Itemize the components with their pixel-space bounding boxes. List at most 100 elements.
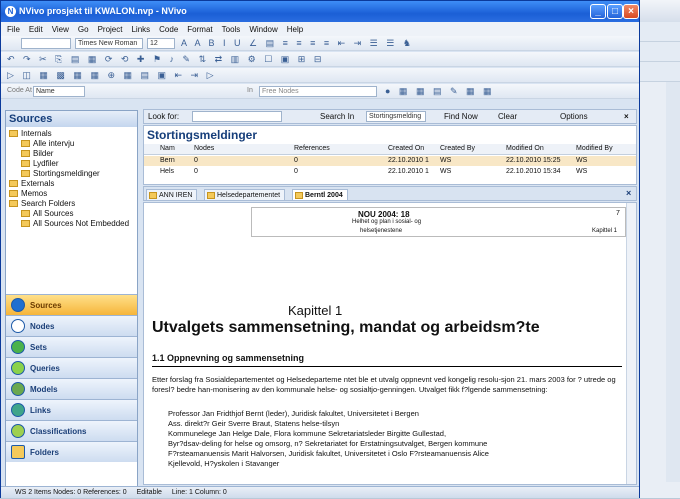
tree-item[interactable]: All Sources: [9, 209, 129, 219]
tree-item[interactable]: Stortingsmeldinger: [9, 169, 129, 179]
nav-sources[interactable]: Sources: [6, 294, 137, 315]
models-icon: [11, 382, 25, 396]
close-button[interactable]: ×: [623, 4, 639, 19]
cell-created-by: WS: [440, 168, 452, 175]
header-page-number: 7: [616, 210, 620, 217]
navigation-pane: Sources Internals Alle intervju Bilder Lydf…: [5, 110, 138, 490]
style-combo[interactable]: [21, 38, 71, 49]
tree-item-label: Stortingsmeldinger: [33, 169, 100, 178]
tab-helsedepartementet[interactable]: Helsedepartementet: [204, 189, 286, 201]
close-find-icon[interactable]: ×: [624, 112, 629, 121]
menu-links[interactable]: Links: [131, 25, 150, 34]
cell-nodes: 0: [194, 157, 198, 164]
tree-item-label: Externals: [21, 179, 55, 188]
nav-classifications[interactable]: Classifications: [6, 420, 137, 441]
code-in-combo[interactable]: Free Nodes: [259, 86, 377, 97]
nav-folders-label: Folders: [30, 448, 59, 457]
source-icon: [149, 192, 157, 199]
clear-button[interactable]: Clear: [498, 112, 517, 121]
nav-nodes[interactable]: Nodes: [6, 315, 137, 336]
code-at-label: Code At: [7, 87, 32, 94]
document-scrollbar[interactable]: [626, 203, 636, 484]
menu-window[interactable]: Window: [249, 25, 277, 34]
source-icon: [207, 192, 215, 199]
cell-name: Hels: [160, 168, 175, 175]
header-title: NOU 2004: 18: [358, 210, 410, 219]
minimize-button[interactable]: _: [590, 4, 606, 19]
format-icons[interactable]: A A B I U ∠ ▤ ≡ ≡ ≡ ≡ ⇤ ⇥ ☰ ☰ ♞: [181, 38, 414, 49]
code-at-combo[interactable]: Name: [33, 86, 85, 97]
col-modified-by[interactable]: Modified By: [576, 145, 613, 152]
cell-created-on: 22.10.2010 1: [388, 168, 429, 175]
member-line: Kommunelege Jan Helge Dale, Flora kommun…: [168, 429, 447, 438]
view-toolbar-icons[interactable]: ▷ ◫ ▦ ▩ ▦ ▦ ⊕ ▦ ▤ ▣ ⇤ ⇥ ▷: [7, 70, 217, 81]
look-for-input[interactable]: [192, 111, 282, 122]
nav-nodes-label: Nodes: [30, 322, 55, 331]
code-icons[interactable]: ● ▦ ▦ ▤ ✎ ▦ ▦: [385, 86, 495, 97]
tab-berntl-2004[interactable]: Berntl 2004: [292, 189, 348, 201]
body-paragraph: Etter forslag fra Sosialdepartementet og…: [152, 375, 616, 394]
tree-item-label: All Sources: [33, 209, 74, 218]
nav-sources-label: Sources: [30, 301, 62, 310]
tree-item-label: Alle intervju: [33, 139, 75, 148]
nav-models[interactable]: Models: [6, 378, 137, 399]
nav-queries-label: Queries: [30, 364, 60, 373]
search-in-combo[interactable]: Stortingsmelding: [366, 111, 426, 122]
col-modified-on[interactable]: Modified On: [506, 145, 544, 152]
table-row[interactable]: Bern 0 0 22.10.2010 1 WS 22.10.2010 15:2…: [144, 156, 636, 166]
folder-icon: [21, 140, 30, 148]
tree-item[interactable]: Memos: [9, 189, 129, 199]
main-toolbar-icons[interactable]: ↶ ↷ ✂ ⎘ ▤ ▦ ⟳ ⟲ ✚ ⚑ ♪ ✎ ⇅ ⇄ ▥ ⚙ ☐ ▣ ⊞ ⊟: [7, 54, 324, 65]
menu-format[interactable]: Format: [187, 25, 212, 34]
col-created-by[interactable]: Created By: [440, 145, 475, 152]
col-created-on[interactable]: Created On: [388, 145, 424, 152]
menu-code[interactable]: Code: [159, 25, 178, 34]
source-icon: [295, 192, 303, 199]
nav-links[interactable]: Links: [6, 399, 137, 420]
document-view[interactable]: NOU 2004: 18 Helhet og plan i sosial- og…: [143, 202, 637, 485]
cell-references: 0: [294, 168, 298, 175]
main-toolbar: ↶ ↷ ✂ ⎘ ▤ ▦ ⟳ ⟲ ✚ ⚑ ♪ ✎ ⇅ ⇄ ▥ ⚙ ☐ ▣ ⊞ ⊟: [1, 52, 639, 67]
list-title: Stortingsmeldinger: [147, 128, 258, 142]
folder-icon: [9, 130, 18, 138]
size-combo[interactable]: 12: [147, 38, 175, 49]
options-button[interactable]: Options: [560, 112, 588, 121]
find-now-button[interactable]: Find Now: [444, 112, 478, 121]
maximize-button[interactable]: □: [607, 4, 623, 19]
col-references[interactable]: References: [294, 145, 330, 152]
nav-classifications-label: Classifications: [30, 427, 87, 436]
folder-icon: [21, 150, 30, 158]
menu-help[interactable]: Help: [287, 25, 303, 34]
tree-item[interactable]: All Sources Not Embedded: [9, 219, 129, 229]
col-name[interactable]: Nam: [160, 145, 175, 152]
view-toolbar: ▷ ◫ ▦ ▩ ▦ ▦ ⊕ ▦ ▤ ▣ ⇤ ⇥ ▷: [1, 68, 639, 83]
tree-item[interactable]: Lydfiler: [9, 159, 129, 169]
chapter-heading: Utvalgets sammensetning, mandat og arbei…: [152, 319, 540, 336]
tree-item[interactable]: Alle intervju: [9, 139, 129, 149]
col-nodes[interactable]: Nodes: [194, 145, 214, 152]
code-at-toolbar: Code At Name In Free Nodes ● ▦ ▦ ▤ ✎ ▦ ▦: [1, 84, 639, 99]
tree-item[interactable]: Externals: [9, 179, 129, 189]
nav-queries[interactable]: Queries: [6, 357, 137, 378]
tree-item[interactable]: Search Folders: [9, 199, 129, 209]
menu-go[interactable]: Go: [78, 25, 89, 34]
menu-view[interactable]: View: [52, 25, 69, 34]
tree-item[interactable]: Internals: [9, 129, 129, 139]
title-bar: N NVivo prosjekt til KWALON.nvp - NVivo …: [1, 1, 639, 22]
page-header: NOU 2004: 18 Helhet og plan i sosial- og…: [251, 207, 626, 237]
menu-edit[interactable]: Edit: [29, 25, 43, 34]
font-combo[interactable]: Times New Roman: [75, 38, 143, 49]
nvivo-app-icon: N: [5, 6, 16, 17]
tree-item[interactable]: Bilder: [9, 149, 129, 159]
tree-item-label: Memos: [21, 189, 48, 198]
tab-ann-iren[interactable]: ANN IREN: [146, 189, 198, 201]
close-tab-icon[interactable]: ×: [626, 188, 631, 198]
menu-project[interactable]: Project: [98, 25, 123, 34]
source-list: Stortingsmeldinger Nam Nodes References …: [143, 125, 637, 185]
menu-tools[interactable]: Tools: [222, 25, 241, 34]
nav-folders[interactable]: Folders: [6, 441, 137, 462]
table-row[interactable]: Hels 0 0 22.10.2010 1 WS 22.10.2010 15:3…: [144, 167, 636, 177]
classifications-icon: [11, 424, 25, 438]
menu-file[interactable]: File: [7, 25, 20, 34]
nav-sets[interactable]: Sets: [6, 336, 137, 357]
